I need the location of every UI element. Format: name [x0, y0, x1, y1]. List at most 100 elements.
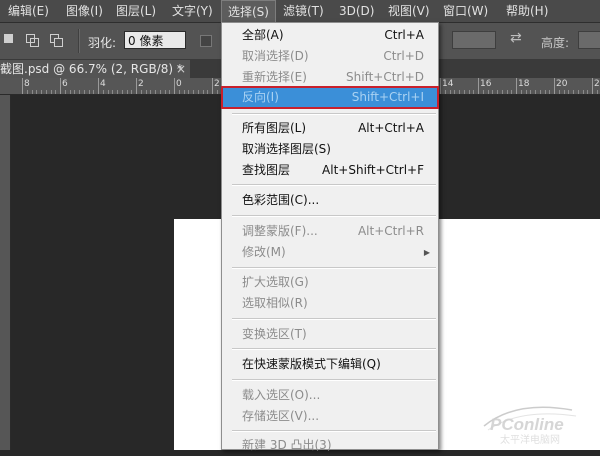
- menu-type[interactable]: 文字(Y): [166, 0, 219, 22]
- ruler-minor-tick: [207, 90, 209, 94]
- subtract-selection-icon[interactable]: [50, 34, 63, 47]
- ruler-minor-tick: [74, 90, 76, 94]
- menu-item-save-selection[interactable]: 存储选区(V)...: [222, 406, 438, 427]
- ruler-label: 2: [214, 79, 220, 89]
- ruler-major-tick: [22, 78, 23, 94]
- select-menu-dropdown: 全部(A) Ctrl+A 取消选择(D) Ctrl+D 重新选择(E) Shif…: [221, 22, 439, 452]
- ruler-major-tick: [136, 78, 137, 94]
- menu-item-select-all[interactable]: 全部(A) Ctrl+A: [222, 25, 438, 46]
- menu-item-all-layers[interactable]: 所有图层(L) Alt+Ctrl+A: [222, 118, 438, 139]
- new-selection-icon[interactable]: [4, 34, 16, 46]
- menu-item-quick-mask[interactable]: 在快速蒙版模式下编辑(Q): [222, 354, 438, 375]
- menu-item-find-layers[interactable]: 查找图层 Alt+Shift+Ctrl+F: [222, 160, 438, 181]
- ruler-minor-tick: [473, 90, 475, 94]
- ruler-minor-tick: [511, 90, 513, 94]
- menu-separator: [232, 430, 436, 432]
- ruler-minor-tick: [140, 90, 142, 94]
- ruler-minor-tick: [169, 90, 171, 94]
- ruler-major-tick: [440, 78, 441, 94]
- menu-3d[interactable]: 3D(D): [333, 0, 380, 22]
- ruler-minor-tick: [587, 90, 589, 94]
- watermark-brand: PConline: [490, 415, 564, 434]
- ruler-major-tick: [516, 78, 517, 94]
- menu-item-deselect-layers[interactable]: 取消选择图层(S): [222, 139, 438, 160]
- ruler-minor-tick: [93, 90, 95, 94]
- ruler-minor-tick: [69, 90, 71, 94]
- watermark-tagline: 太平洋电脑网: [500, 433, 560, 446]
- ruler-minor-tick: [36, 90, 38, 94]
- ruler-minor-tick: [64, 90, 66, 94]
- feather-input[interactable]: 0 像素: [124, 31, 186, 49]
- menu-bar: 编辑(E) 图像(I) 图层(L) 文字(Y) 选择(S) 滤镜(T) 3D(D…: [0, 0, 600, 23]
- menu-separator: [232, 184, 436, 186]
- ruler-label: 20: [556, 79, 568, 89]
- menu-help[interactable]: 帮助(H): [500, 0, 554, 22]
- menu-separator: [232, 267, 436, 269]
- ruler-minor-tick: [216, 90, 218, 94]
- ruler-label: 6: [62, 79, 68, 89]
- height-field[interactable]: [578, 31, 600, 49]
- ruler-minor-tick: [520, 90, 522, 94]
- ruler-major-tick: [174, 78, 175, 94]
- menu-separator: [232, 318, 436, 320]
- height-label: 高度:: [541, 36, 570, 50]
- ruler-minor-tick: [155, 90, 156, 94]
- ruler-minor-tick: [107, 90, 109, 94]
- ruler-minor-tick: [539, 90, 541, 94]
- ruler-minor-tick: [45, 90, 47, 94]
- ruler-minor-tick: [549, 90, 551, 94]
- menu-item-reselect[interactable]: 重新选择(E) Shift+Ctrl+D: [222, 67, 438, 88]
- pconline-logo: PConline 太平洋电脑网: [483, 406, 577, 446]
- menu-item-new-3d-extrusion[interactable]: 新建 3D 凸出(3): [222, 435, 438, 456]
- menu-select[interactable]: 选择(S): [221, 0, 276, 22]
- ruler-label: 8: [24, 79, 30, 89]
- menu-item-load-selection[interactable]: 载入选区(O)...: [222, 385, 438, 406]
- menu-item-grow[interactable]: 扩大选取(G): [222, 272, 438, 293]
- ruler-minor-tick: [117, 90, 118, 94]
- ruler-minor-tick: [468, 90, 470, 94]
- menu-image[interactable]: 图像(I): [60, 0, 109, 22]
- menu-item-color-range[interactable]: 色彩范围(C)...: [222, 190, 438, 211]
- ruler-minor-tick: [563, 90, 565, 94]
- document-tab-title: 截图.psd @ 66.7% (2, RGB/8) *: [0, 62, 183, 76]
- menu-item-inverse[interactable]: 反向(I) Shift+Ctrl+I: [221, 86, 439, 109]
- ruler-minor-tick: [79, 90, 80, 94]
- pconline-watermark: PConline 太平洋电脑网: [476, 396, 586, 446]
- ruler-minor-tick: [193, 90, 194, 94]
- width-field[interactable]: [452, 31, 496, 49]
- ruler-minor-tick: [41, 90, 42, 94]
- anti-alias-checkbox[interactable]: [200, 35, 212, 47]
- ruler-minor-tick: [150, 90, 152, 94]
- menu-item-deselect[interactable]: 取消选择(D) Ctrl+D: [222, 46, 438, 67]
- ruler-minor-tick: [449, 90, 451, 94]
- document-tab[interactable]: 截图.psd @ 66.7% (2, RGB/8) * ×: [0, 60, 190, 78]
- ruler-minor-tick: [202, 90, 204, 94]
- ruler-label: 2: [138, 79, 144, 89]
- menu-item-refine-mask[interactable]: 调整蒙版(F)... Alt+Ctrl+R: [222, 221, 438, 242]
- menu-filter[interactable]: 滤镜(T): [277, 0, 330, 22]
- menu-separator: [232, 379, 436, 381]
- menu-window[interactable]: 窗口(W): [437, 0, 494, 22]
- ruler-minor-tick: [558, 90, 560, 94]
- ruler-minor-tick: [31, 90, 33, 94]
- swap-icon[interactable]: ⇄: [510, 30, 522, 46]
- add-selection-icon[interactable]: [26, 34, 39, 47]
- feather-label: 羽化:: [88, 36, 117, 50]
- ruler-minor-tick: [183, 90, 185, 94]
- close-icon[interactable]: ×: [176, 60, 186, 78]
- menu-edit[interactable]: 编辑(E): [2, 0, 55, 22]
- ruler-minor-tick: [178, 90, 180, 94]
- menu-layer[interactable]: 图层(L): [110, 0, 162, 22]
- ruler-label: 4: [100, 79, 106, 89]
- ruler-minor-tick: [577, 90, 579, 94]
- ruler-minor-tick: [188, 90, 190, 94]
- ruler-minor-tick: [197, 90, 199, 94]
- ruler-major-tick: [592, 78, 593, 94]
- ruler-minor-tick: [501, 90, 503, 94]
- menu-view[interactable]: 视图(V): [382, 0, 436, 22]
- ruler-label: 18: [518, 79, 530, 89]
- menu-item-transform-selection[interactable]: 变换选区(T): [222, 324, 438, 345]
- menu-item-similar[interactable]: 选取相似(R): [222, 293, 438, 314]
- menu-item-modify[interactable]: 修改(M) ▶: [222, 242, 438, 263]
- ruler-major-tick: [478, 78, 479, 94]
